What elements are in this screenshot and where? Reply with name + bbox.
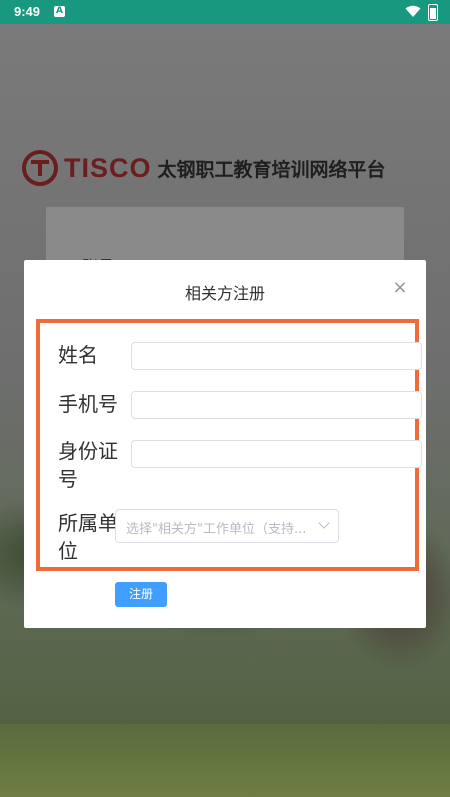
name-label: 姓名 [58,343,98,367]
brand-name: TISCO [64,152,152,183]
phone-label: 手机号 [58,392,118,416]
notification-a-icon: A [54,6,65,17]
id-number-label: 身份证号 [58,439,118,491]
battery-icon [428,4,438,21]
lawn-photo [0,724,450,797]
dialog-title: 相关方注册 [184,284,265,303]
chevron-down-icon [318,517,330,529]
wifi-icon [405,5,421,17]
status-bar: 9:49 A [0,0,450,24]
register-button[interactable]: 注册 [115,582,167,607]
unit-select-placeholder: 选择"相关方"工作单位（支持... [126,522,307,537]
register-dialog: 相关方注册 × 姓名 手机号 身份证号 所属单位 选择"相关方"工作单位（支持.… [24,260,426,628]
tisco-logo-icon [22,150,58,186]
platform-title: 太钢职工教育培训网络平台 [157,158,386,181]
close-icon[interactable]: × [390,278,410,298]
id-number-input[interactable] [131,440,422,468]
unit-select[interactable]: 选择"相关方"工作单位（支持... [115,509,339,543]
unit-label: 所属单位 [58,511,118,563]
platform-header: TISCO 太钢职工教育培训网络平台 [22,148,386,188]
status-time: 9:49 [14,4,41,19]
phone-input[interactable] [131,391,422,419]
name-input[interactable] [131,342,422,370]
